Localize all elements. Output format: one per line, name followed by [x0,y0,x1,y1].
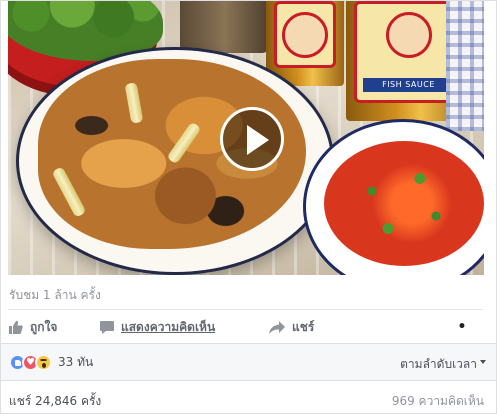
dipping-sauce [324,141,484,266]
reactions-bar: 33 ทัน ตามลำดับเวลา [1,344,496,380]
share-label: แชร์ [292,319,315,334]
thumbs-up-icon [9,320,23,334]
spice-jar [180,1,270,53]
post-card: FISH SAUCE รับชม 1 ล้าน ครั้ง ถูกใจ แสดง… [0,0,497,414]
reaction-count: 33 ทัน [58,354,94,369]
video-thumbnail[interactable]: FISH SAUCE [8,1,484,275]
caret-down-icon [480,359,486,364]
comment-label: แสดงความคิดเห็น [121,319,216,334]
like-label: ถูกใจ [30,319,58,334]
divider [1,380,496,381]
comment-icon [100,320,114,334]
more-options-button[interactable]: • [453,317,471,337]
play-icon [247,125,269,155]
share-icon [269,320,285,334]
comment-sort-dropdown[interactable]: ตามลำดับเวลา [400,355,486,374]
view-count: รับชม 1 ล้าน ครั้ง [9,288,101,302]
comment-count[interactable]: 969 ความคิดเห็น [392,392,484,411]
divider [8,309,483,310]
more-dots-icon: • [457,319,467,335]
comment-button[interactable]: แสดงความคิดเห็น [100,317,215,337]
share-count[interactable]: แชร์ 24,846 ครั้ง [9,392,101,411]
share-button[interactable]: แชร์ [269,317,314,337]
wow-reaction-icon [35,353,52,371]
sort-label: ตามลำดับเวลา [400,357,477,371]
checkered-cloth [446,1,484,131]
reactions-summary[interactable]: 33 ทัน [9,353,93,371]
play-button[interactable] [220,107,284,171]
fish-sauce-label: FISH SAUCE [363,78,454,92]
like-button[interactable]: ถูกใจ [9,317,57,337]
